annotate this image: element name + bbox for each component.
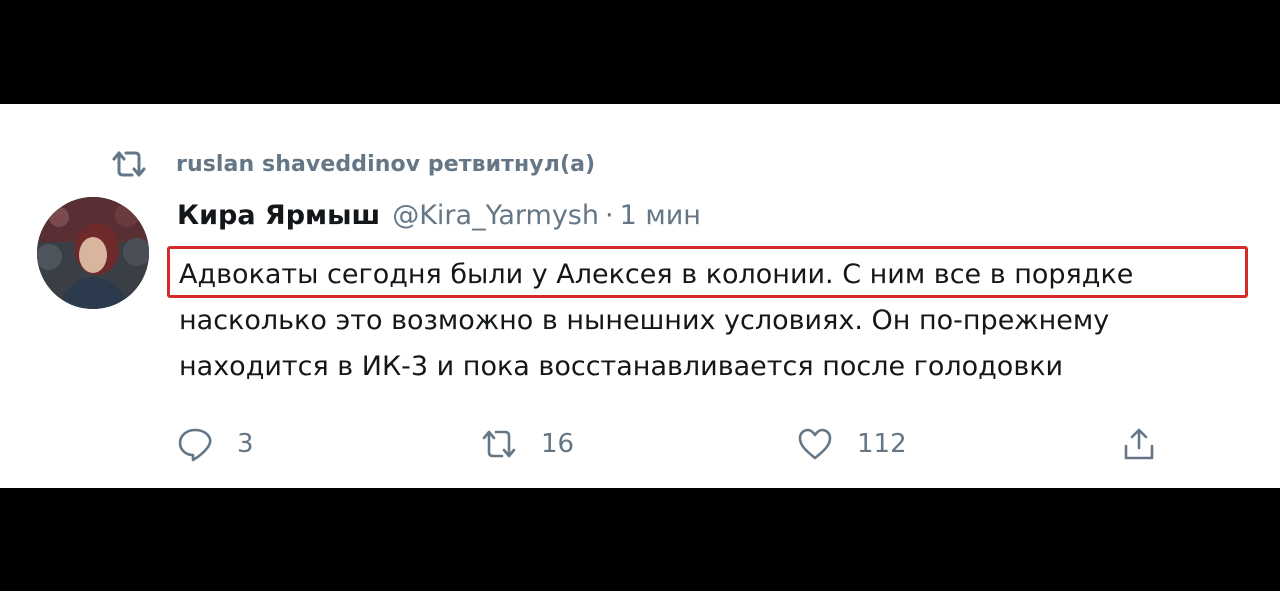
post-time[interactable]: 1 мин [620, 200, 701, 231]
reply-count: 3 [237, 429, 254, 459]
tweet-header: Кира Ярмыш @Kira_Yarmysh · 1 мин [177, 200, 1267, 244]
reply-button[interactable]: 3 [177, 420, 254, 468]
share-button[interactable] [1121, 420, 1157, 468]
share-icon [1121, 426, 1157, 462]
retweeted-by-label[interactable]: ruslan shaveddinov ретвитнул(а) [176, 152, 595, 177]
like-button[interactable]: 112 [797, 420, 907, 468]
retweet-icon [112, 149, 146, 179]
tweet-body: Кира Ярмыш @Kira_Yarmysh · 1 мин Адвокат… [167, 200, 1267, 390]
author-handle[interactable]: @Kira_Yarmysh [392, 200, 599, 231]
header-separator: · [604, 200, 614, 231]
reply-icon [177, 426, 213, 462]
retweet-context: ruslan shaveddinov ретвитнул(а) [112, 144, 595, 184]
like-icon [797, 426, 833, 462]
tweet-text: Адвокаты сегодня были у Алексея в колони… [167, 246, 1267, 390]
retweet-button[interactable]: 16 [481, 420, 574, 468]
tweet-text-line: находится в ИК-3 и пока восстанавливаетс… [179, 351, 1064, 382]
retweet-icon [481, 426, 517, 462]
tweet-text-line: насколько это возможно в нынешних услови… [179, 305, 1110, 336]
screenshot-frame: ruslan shaveddinov ретвитнул(а) Кира Ярм… [0, 0, 1280, 591]
avatar[interactable] [37, 197, 149, 309]
retweet-count: 16 [541, 429, 575, 459]
highlight-box [167, 246, 1248, 298]
tweet-card[interactable]: ruslan shaveddinov ретвитнул(а) Кира Ярм… [0, 104, 1280, 488]
like-count: 112 [857, 429, 907, 459]
tweet-actions: 3 16 112 [177, 420, 1177, 468]
author-name[interactable]: Кира Ярмыш [177, 200, 380, 231]
